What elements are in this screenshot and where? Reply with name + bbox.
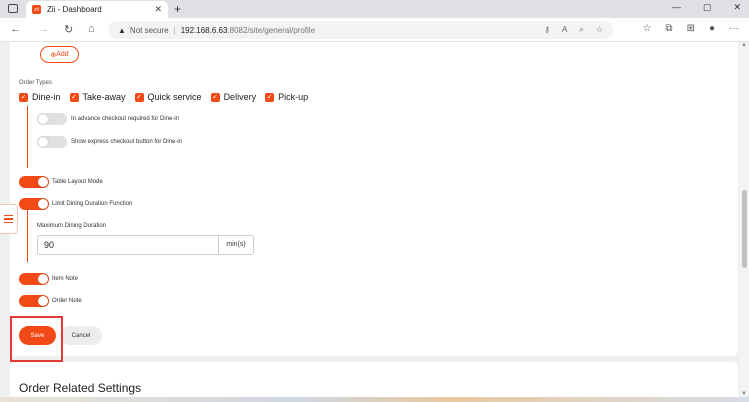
zii-favicon-icon: zii [32,5,41,14]
save-highlight-box [10,316,63,362]
key-icon[interactable]: ⚷ [544,25,550,35]
address-bar[interactable]: ▲ Not secure | 192.168.6.63 :8082/site/g… [108,21,613,39]
checkbox-label: Take-away [82,92,126,102]
hamburger-line [4,221,13,224]
add-button[interactable]: ⊕ Add [40,46,79,63]
toggle-knob [38,177,48,187]
section-heading: Order Related Settings [19,381,142,395]
zoom-icon[interactable]: ⌕ [579,25,583,35]
tab-title: Zii - Dashboard [47,5,102,14]
favorites-icon[interactable]: ☆ [642,23,651,34]
checkbox-label: Delivery [223,92,257,102]
max-duration-input[interactable]: 90 [37,235,219,255]
browser-tools: ☆ ⧉ ⊞ ● ··· [642,23,739,34]
new-tab-icon[interactable]: + [174,2,181,16]
browser-tab[interactable]: zii Zii - Dashboard ✕ [26,1,168,18]
toggle-knob [38,199,48,209]
page-scrollbar[interactable]: ▲ ▼ [740,42,749,397]
express-checkout-label: Show express checkout button for Dine-in [71,139,183,145]
express-checkout-toggle[interactable] [37,136,67,148]
favorite-star-icon[interactable]: ☆ [596,25,603,35]
checkbox-label: Dine-in [32,92,61,102]
read-aloud-icon[interactable]: A [562,25,567,35]
more-icon[interactable]: ··· [729,23,739,34]
address-bar-tools: ⚷ A ⌕ ☆ [544,25,603,35]
order-types-label: Order Types [19,80,52,86]
back-icon[interactable]: ← [10,23,21,35]
warning-icon[interactable]: ▲ [118,26,126,35]
home-icon[interactable]: ⌂ [88,23,95,35]
refresh-icon[interactable]: ↻ [64,23,73,36]
checkbox-pick-up[interactable]: ✓ Pick-up [265,92,308,102]
hamburger-line [4,214,13,217]
toggle-knob [38,137,48,147]
side-menu-toggle[interactable] [0,204,18,234]
checkmark-icon[interactable]: ✓ [265,92,275,102]
duration-unit: min(s) [218,235,254,255]
close-window-icon[interactable]: ✕ [733,2,741,13]
limit-dining-label: Limit Dining Duration Function [52,201,133,207]
checkmark-icon[interactable]: ✓ [69,92,79,102]
forward-icon[interactable]: → [38,23,49,35]
checkmark-icon[interactable]: ✓ [210,92,220,102]
limit-dining-toggle[interactable] [19,198,49,210]
maximize-icon[interactable]: ▢ [703,2,712,13]
scrollbar-thumb[interactable] [742,190,747,268]
scroll-up-icon[interactable]: ▲ [741,42,747,48]
toggle-knob [38,296,48,306]
order-related-settings-card: Order Related Settings [10,362,738,397]
settings-card [10,42,738,356]
collections-icon[interactable]: ⧉ [665,23,672,34]
nested-options-line [27,106,28,168]
window-controls: — ▢ ✕ [672,2,741,13]
checkbox-delivery[interactable]: ✓ Delivery [210,92,257,102]
table-layout-toggle[interactable] [19,176,49,188]
browser-tab-bar: zii Zii - Dashboard ✕ + — ▢ ✕ [0,0,749,18]
extensions-icon[interactable]: ⊞ [687,23,695,34]
checkbox-quick-service[interactable]: ✓ Quick service [134,92,202,102]
advance-checkout-toggle[interactable] [37,113,67,125]
url-path: :8082/site/general/profile [227,25,316,35]
toggle-knob [38,114,48,124]
profile-icon[interactable]: ● [709,23,715,34]
checkbox-label: Quick service [147,92,202,102]
url-host: 192.168.6.63 [180,25,228,35]
toggle-knob [38,274,48,284]
add-label: Add [56,51,69,58]
hamburger-line [4,218,13,220]
checkbox-take-away[interactable]: ✓ Take-away [69,92,126,102]
item-note-toggle[interactable] [19,273,49,285]
advance-checkout-label: In advance checkout required for Dine-in [71,116,180,122]
window-menu-icon[interactable] [8,4,18,13]
order-note-label: Order Note [52,298,82,304]
security-status[interactable]: Not secure [130,26,169,35]
checkbox-label: Pick-up [278,92,309,102]
max-duration-label: Maximum Dining Duration [37,223,107,229]
table-layout-label: Table Layout Mode [52,179,103,185]
checkmark-icon[interactable]: ✓ [19,92,28,102]
order-note-toggle[interactable] [19,295,49,307]
minimize-icon[interactable]: — [672,2,681,13]
url-divider: | [173,25,176,35]
taskbar-strip [0,397,749,402]
cancel-button[interactable]: Cancel [60,326,102,345]
nested-options-line [27,210,28,262]
browser-toolbar: ← → ↻ ⌂ ▲ Not secure | 192.168.6.63 :808… [0,18,749,42]
checkbox-dine-in[interactable]: ✓ Dine-in [19,92,61,102]
close-tab-icon[interactable]: ✕ [154,4,162,15]
order-types-group: ✓ Dine-in ✓ Take-away ✓ Quick service ✓ … [19,92,317,102]
item-note-label: Item Note [52,276,79,282]
checkmark-icon[interactable]: ✓ [134,92,144,102]
